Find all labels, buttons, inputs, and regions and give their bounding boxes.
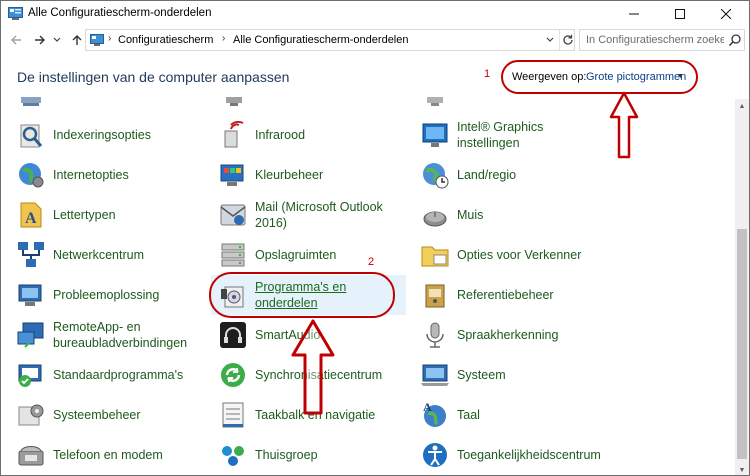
scrollbar-thumb[interactable]	[737, 229, 747, 459]
indexing-icon	[20, 124, 43, 148]
control-panel-window: Alle Configuratiescherm-onderdelen › Con…	[0, 0, 750, 476]
item-troubleshooting[interactable]: Probleemoplossing	[9, 275, 204, 315]
item-homegroup[interactable]: Thuisgroep	[211, 435, 406, 475]
item-mail[interactable]: Mail (Microsoft Outlook 2016)	[211, 195, 406, 235]
phone-modem-icon	[18, 446, 44, 466]
smartaudio-icon	[220, 322, 246, 348]
search-icon	[728, 34, 741, 47]
item-fonts[interactable]: A Lettertypen	[9, 195, 204, 235]
navigation-bar: › Configuratiescherm › Alle Configuratie…	[1, 27, 749, 53]
item-credential-manager[interactable]: Referentiebeheer	[413, 275, 608, 315]
breadcrumb-separator[interactable]: ›	[108, 33, 111, 44]
mail-icon	[220, 204, 246, 226]
item-infrared[interactable]: Infrarood	[211, 115, 406, 155]
back-button[interactable]	[6, 30, 26, 50]
vertical-scrollbar[interactable]: ▲ ▼	[735, 99, 749, 475]
arrow-up-icon	[72, 35, 82, 45]
ease-of-access-icon	[423, 443, 447, 467]
refresh-icon	[562, 34, 573, 45]
annotation-number: 1	[484, 68, 491, 80]
color-management-icon	[220, 164, 244, 186]
item-default-programs[interactable]: Standaardprogramma's	[9, 355, 204, 395]
item-indexing-options[interactable]: Indexeringsopties	[9, 115, 204, 155]
troubleshooting-icon	[18, 284, 42, 306]
item-language[interactable]: A Taal	[413, 395, 608, 435]
title-bar: Alle Configuratiescherm-onderdelen	[1, 1, 749, 27]
network-icon	[18, 242, 44, 267]
close-icon	[721, 9, 731, 19]
item-mouse[interactable]: Muis	[413, 195, 608, 235]
item-remoteapp[interactable]: RemoteApp- en bureaubladverbindingen	[9, 315, 204, 355]
item-speech-recognition[interactable]: Spraakherkenning	[413, 315, 608, 355]
speech-icon	[426, 322, 444, 348]
item-network-center[interactable]: Netwerkcentrum	[9, 235, 204, 275]
address-bar[interactable]: › Configuratiescherm › Alle Configuratie…	[85, 29, 575, 51]
svg-text:A: A	[423, 400, 432, 414]
admin-tools-icon	[18, 404, 44, 426]
control-panel-icon	[90, 34, 104, 46]
infrared-icon	[224, 120, 244, 148]
language-icon: A	[423, 400, 446, 427]
up-button[interactable]	[67, 30, 87, 50]
storage-spaces-icon	[221, 243, 245, 267]
breadcrumb-separator[interactable]: ›	[222, 33, 225, 44]
partial-row-icon	[226, 97, 242, 106]
maximize-icon	[675, 9, 685, 19]
breadcrumb-control-panel[interactable]: Configuratiescherm	[118, 34, 213, 46]
item-intel-graphics[interactable]: Intel® Graphics instellingen	[413, 115, 608, 155]
chevron-down-icon	[53, 37, 61, 42]
item-ease-of-access[interactable]: Toegankelijkheidscentrum	[413, 435, 608, 475]
annotation-arrow-up-icon	[609, 91, 639, 159]
close-button[interactable]	[703, 1, 749, 27]
fonts-icon: A	[20, 202, 42, 228]
item-internet-options[interactable]: Internetopties	[9, 155, 204, 195]
forward-button[interactable]	[30, 30, 50, 50]
remoteapp-icon	[17, 322, 44, 348]
breadcrumb-all-items[interactable]: Alle Configuratiescherm-onderdelen	[233, 34, 408, 46]
explorer-options-icon	[421, 246, 449, 267]
annotation-number: 2	[368, 256, 375, 268]
arrow-left-icon	[11, 35, 21, 45]
annotation-ellipse-view	[501, 60, 698, 94]
search-input[interactable]	[580, 30, 724, 50]
intel-graphics-icon	[422, 123, 448, 147]
partial-row-icon	[21, 97, 41, 106]
annotation-ellipse-programs	[209, 272, 395, 318]
minimize-button[interactable]	[611, 1, 657, 27]
region-icon	[423, 163, 449, 189]
internet-options-icon	[19, 163, 44, 188]
refresh-button[interactable]	[559, 30, 575, 50]
item-phone-modem[interactable]: Telefoon en modem	[9, 435, 204, 475]
credential-manager-icon	[425, 284, 445, 308]
homegroup-icon	[222, 446, 244, 466]
system-icon	[421, 364, 449, 386]
item-system[interactable]: Systeem	[413, 355, 608, 395]
mouse-icon	[423, 211, 447, 227]
chevron-down-icon	[546, 37, 554, 42]
item-explorer-options[interactable]: Opties voor Verkenner	[413, 235, 608, 275]
page-title: De instellingen van de computer aanpasse…	[17, 69, 290, 85]
scroll-up-button[interactable]: ▲	[735, 99, 749, 113]
item-storage-spaces[interactable]: Opslagruimten	[211, 235, 406, 275]
window-title: Alle Configuratiescherm-onderdelen	[28, 7, 212, 19]
address-dropdown-button[interactable]	[543, 32, 557, 48]
search-box[interactable]	[579, 29, 745, 51]
scroll-down-button[interactable]: ▼	[735, 463, 749, 475]
taskbar-icon	[222, 402, 244, 428]
annotation-arrow-up-icon	[291, 319, 335, 415]
item-admin-tools[interactable]: Systeembeheer	[9, 395, 204, 435]
item-region[interactable]: Land/regio	[413, 155, 608, 195]
partial-row-icon	[427, 97, 443, 106]
svg-text:A: A	[25, 210, 37, 227]
maximize-button[interactable]	[657, 1, 703, 27]
recent-locations-button[interactable]	[51, 30, 63, 50]
sync-center-icon	[221, 363, 245, 387]
item-color-management[interactable]: Kleurbeheer	[211, 155, 406, 195]
control-panel-app-icon	[8, 7, 23, 20]
default-programs-icon	[18, 364, 42, 387]
minimize-icon	[629, 13, 639, 15]
arrow-right-icon	[35, 35, 45, 45]
